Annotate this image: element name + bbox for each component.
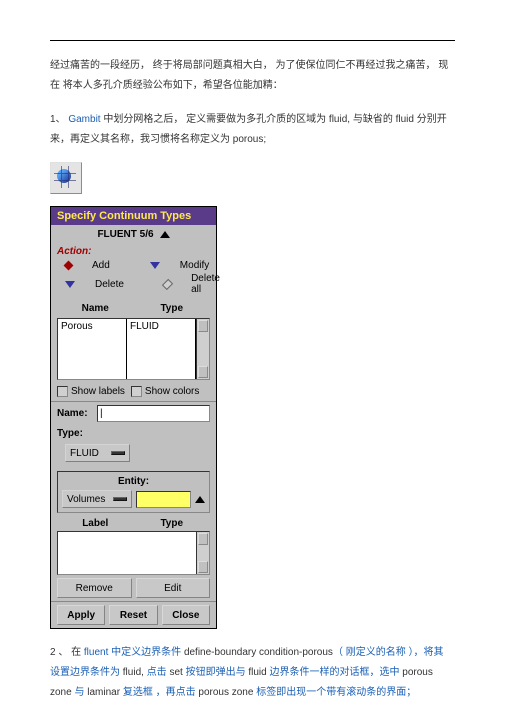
continuum-tool-icon[interactable] — [50, 162, 82, 194]
action-label: Action: — [57, 246, 210, 257]
entity-type-dropdown[interactable]: Volumes — [62, 490, 132, 508]
remove-button[interactable]: Remove — [57, 578, 132, 598]
type-label: Type: — [57, 428, 97, 439]
fluid-term-2: fluid — [396, 114, 417, 125]
up-arrow-icon[interactable] — [195, 496, 205, 503]
chevron-down-icon — [65, 281, 75, 288]
reset-button[interactable]: Reset — [109, 605, 157, 625]
panel-title: Specify Continuum Types — [51, 207, 216, 225]
solver-bar[interactable]: FLUENT 5/6 — [51, 225, 216, 244]
fluid-term: fluid, — [329, 114, 353, 125]
close-button[interactable]: Close — [162, 605, 210, 625]
entity-pick-field[interactable] — [136, 491, 191, 508]
toolbar-icon-box — [50, 162, 455, 194]
checkbox-icon — [131, 386, 142, 397]
dropdown-grip-icon — [113, 497, 127, 501]
name-label: Name: — [57, 408, 97, 419]
scrollbar[interactable] — [196, 319, 209, 379]
step-number-2: 2 、 在 — [50, 647, 84, 658]
list-headers: Name Type — [51, 301, 216, 316]
list-name-col: Porous — [58, 319, 127, 379]
radio-delete-all[interactable]: Delete all — [164, 273, 242, 295]
laminar-term: laminar — [87, 687, 123, 698]
define-bc-term: define-boundary condition-porous — [184, 647, 333, 658]
fluid-term-3: fluid, — [123, 667, 147, 678]
list-type-col: FLUID — [127, 319, 196, 379]
show-colors-checkbox[interactable]: Show colors — [131, 386, 199, 397]
dropdown-grip-icon — [111, 451, 125, 455]
specify-continuum-panel: Specify Continuum Types FLUENT 5/6 Actio… — [50, 206, 217, 629]
up-arrow-icon — [160, 231, 170, 238]
step-number: 1、 — [50, 114, 68, 125]
paragraph-step1: 1、 Gambit 中划分网格之后， 定义需要做为多孔介质的区域为 fluid,… — [50, 110, 455, 150]
diamond-hollow-icon — [162, 278, 173, 289]
scrollbar[interactable] — [196, 532, 209, 574]
name-input[interactable]: | — [97, 405, 210, 422]
radio-modify[interactable]: Modify — [150, 260, 229, 271]
type-dropdown[interactable]: FLUID — [65, 444, 130, 462]
edit-button[interactable]: Edit — [136, 578, 211, 598]
set-term: set — [169, 667, 185, 678]
show-labels-checkbox[interactable]: Show labels — [57, 386, 125, 397]
radio-delete[interactable]: Delete — [65, 279, 144, 290]
diamond-filled-icon — [64, 261, 74, 271]
checkbox-icon — [57, 386, 68, 397]
gambit-term: Gambit — [68, 114, 103, 125]
radio-add[interactable]: Add — [65, 260, 130, 271]
porous-zone-term-2: porous zone — [198, 687, 256, 698]
entity-label: Entity: — [62, 476, 205, 487]
paragraph-step2: 2 、 在 fluent 中定义边界条件 define-boundary con… — [50, 643, 455, 703]
continuum-list[interactable]: Porous FLUID — [57, 318, 210, 380]
label-list[interactable] — [57, 531, 210, 575]
fluent-term: fluent — [84, 647, 111, 658]
chevron-down-icon — [150, 262, 160, 269]
paragraph-intro: 经过痛苦的一段经历， 终于将局部问题真相大白， 为了使保位同仁不再经过我之痛苦，… — [50, 56, 455, 96]
apply-button[interactable]: Apply — [57, 605, 105, 625]
porous-term: porous — [233, 134, 264, 145]
fluid-term-4: fluid — [248, 667, 269, 678]
label-type-headers: Label Type — [51, 516, 216, 531]
